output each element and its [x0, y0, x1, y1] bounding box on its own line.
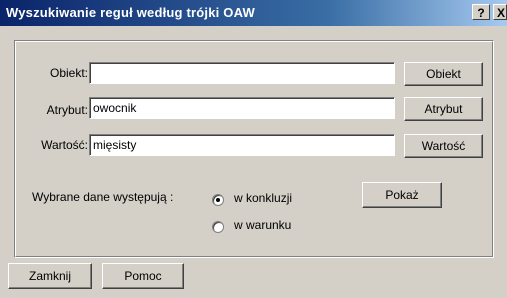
attribute-label: Atrybut:	[46, 103, 88, 117]
object-button[interactable]: Obiekt	[404, 62, 483, 86]
show-button[interactable]: Pokaż	[362, 182, 442, 208]
value-field[interactable]: mięsisty	[89, 134, 395, 156]
occurrence-label: Wybrane dane występują :	[32, 190, 174, 204]
help-button[interactable]: Pomoc	[102, 263, 184, 289]
object-label: Obiekt:	[49, 66, 88, 80]
close-button[interactable]: Zamknij	[8, 263, 92, 289]
radio-condition-label[interactable]: w warunku	[234, 218, 291, 232]
object-button-label: Obiekt	[426, 67, 461, 81]
help-title-button[interactable]: ?	[472, 4, 490, 20]
attribute-button-label: Atrybut	[424, 102, 463, 116]
value-label: Wartość:	[41, 138, 88, 152]
value-button-label: Wartość	[421, 139, 466, 153]
help-button-label: Pomoc	[124, 269, 162, 283]
radio-conclusion-label[interactable]: w konkluzji	[234, 191, 292, 205]
object-field[interactable]	[89, 62, 395, 84]
show-button-label: Pokaż	[385, 188, 419, 202]
value-button[interactable]: Wartość	[404, 134, 483, 158]
radio-conclusion[interactable]	[212, 194, 224, 206]
title-bar: Wyszukiwanie reguł według trójki OAW ? X	[0, 0, 507, 26]
radio-condition[interactable]	[212, 221, 224, 233]
attribute-field[interactable]: owocnik	[89, 97, 395, 119]
close-button-label: Zamknij	[28, 269, 71, 283]
close-title-button[interactable]: X	[493, 4, 507, 20]
attribute-button[interactable]: Atrybut	[404, 97, 483, 121]
window-title: Wyszukiwanie reguł według trójki OAW	[6, 5, 255, 20]
radio-selected-dot	[216, 198, 220, 202]
